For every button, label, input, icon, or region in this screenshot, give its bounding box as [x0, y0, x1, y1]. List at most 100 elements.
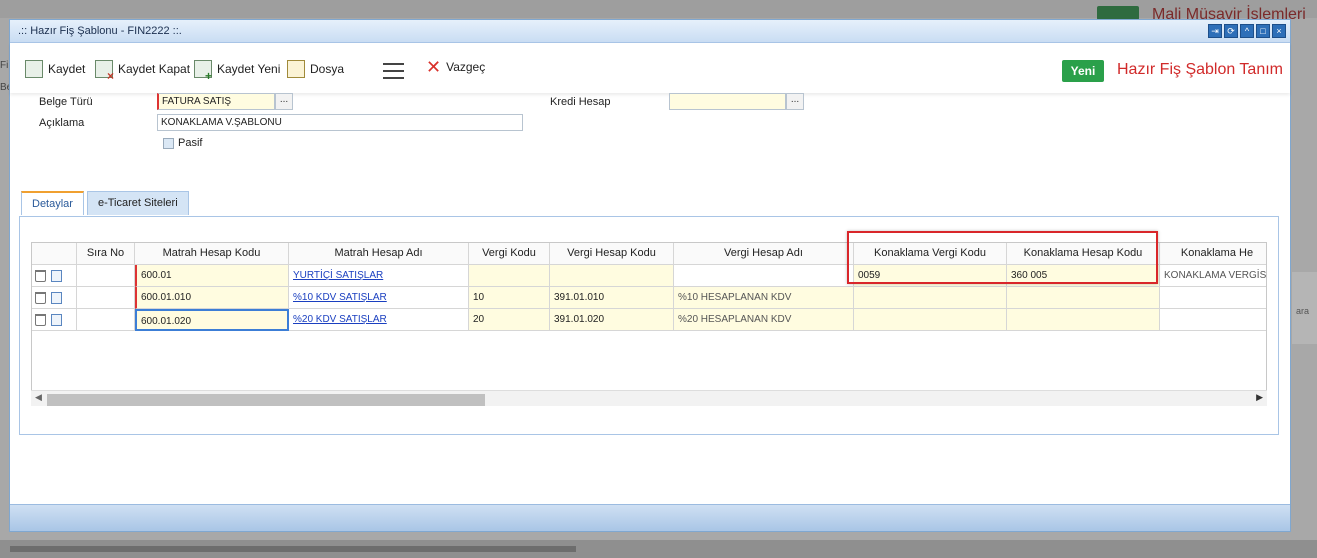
cell-konaklama-vergi-kodu[interactable] — [854, 309, 1007, 331]
header-matrah-hesap-kodu[interactable]: Matrah Hesap Kodu — [135, 243, 289, 265]
header-actions — [32, 243, 77, 265]
grid-horizontal-scrollbar[interactable]: ◀ ▶ — [31, 390, 1267, 406]
row-actions — [32, 309, 77, 331]
delete-icon[interactable] — [35, 314, 46, 326]
pin-icon[interactable]: ⇥ — [1208, 24, 1222, 38]
cell-konaklama-hesap-kodu[interactable]: 360 005 — [1007, 265, 1160, 287]
header-matrah-hesap-adi[interactable]: Matrah Hesap Adı — [289, 243, 469, 265]
kredi-hesap-field[interactable] — [669, 93, 786, 110]
cell-konaklama-hesap-adi — [1160, 287, 1266, 309]
document-icon[interactable] — [51, 314, 62, 326]
dialog-title: .:: Hazır Fiş Şablonu - FIN2222 ::. — [18, 25, 182, 37]
cell-konaklama-vergi-kodu[interactable]: 0059 — [854, 265, 1007, 287]
window-controls: ⇥ ⟳ ^ □ × — [1208, 24, 1286, 38]
file-icon — [287, 60, 305, 78]
cell-matrah-hesap-adi-link[interactable]: %20 KDV SATIŞLAR — [289, 309, 469, 331]
cancel-label: Vazgeç — [446, 60, 486, 74]
cell-vergi-hesap-adi: %10 HESAPLANAN KDV — [674, 287, 854, 309]
cell-matrah-hesap-adi-link[interactable]: YURTİÇİ SATIŞLAR — [289, 265, 469, 287]
scrollbar-thumb[interactable] — [47, 394, 485, 406]
background-left-label: Fi — [0, 60, 9, 71]
header-konaklama-hesap-adi[interactable]: Konaklama He — [1160, 243, 1266, 265]
save-label: Kaydet — [48, 62, 86, 76]
cell-vergi-hesap-kodu[interactable]: 391.01.020 — [550, 309, 674, 331]
cell-sira-no[interactable] — [77, 309, 135, 331]
belge-turu-lookup-button[interactable]: ... — [275, 93, 293, 110]
toolbar: Kaydet Kaydet Kapat Kaydet Yeni Dosya ✕ … — [10, 43, 1290, 93]
new-button[interactable]: Yeni — [1062, 60, 1104, 82]
cell-sira-no[interactable] — [77, 265, 135, 287]
scroll-right-icon[interactable]: ▶ — [1256, 392, 1263, 403]
save-close-icon — [95, 60, 114, 83]
tab-panel-detaylar: Sıra No Matrah Hesap Kodu Matrah Hesap A… — [19, 216, 1279, 435]
cell-matrah-hesap-kodu[interactable]: 600.01.010 — [135, 287, 289, 309]
cell-matrah-hesap-kodu[interactable]: 600.01.020 — [135, 309, 289, 331]
aciklama-field[interactable]: KONAKLAMA V.ŞABLONU — [157, 114, 523, 131]
tab-bar: Detaylar e-Ticaret Siteleri — [21, 191, 189, 215]
menu-icon[interactable] — [383, 63, 404, 84]
save-close-label: Kaydet Kapat — [118, 62, 191, 76]
kredi-hesap-lookup-button[interactable]: ... — [786, 93, 804, 110]
table-row[interactable]: 600.01.020 %20 KDV SATIŞLAR 20 391.01.02… — [32, 309, 1266, 331]
header-konaklama-vergi-kodu[interactable]: Konaklama Vergi Kodu — [854, 243, 1007, 265]
pasif-checkbox[interactable] — [163, 138, 174, 149]
belge-turu-field[interactable]: FATURA SATIŞ — [157, 93, 275, 110]
header-sira-no[interactable]: Sıra No — [77, 243, 135, 265]
close-icon[interactable]: × — [1272, 24, 1286, 38]
cell-vergi-kodu[interactable]: 20 — [469, 309, 550, 331]
maximize-icon[interactable]: □ — [1256, 24, 1270, 38]
table-row[interactable]: 600.01 YURTİÇİ SATIŞLAR 0059 360 005 KON… — [32, 265, 1266, 287]
dialog-titlebar[interactable]: .:: Hazır Fiş Şablonu - FIN2222 ::. — [10, 20, 1290, 43]
form-area: Belge Türü FATURA SATIŞ ... Kredi Hesap … — [10, 93, 1290, 513]
dialog-window: .:: Hazır Fiş Şablonu - FIN2222 ::. ⇥ ⟳ … — [9, 19, 1291, 532]
save-new-button[interactable]: Kaydet Yeni — [194, 60, 281, 83]
cell-konaklama-hesap-adi: KONAKLAMA VERGİSİ — [1160, 265, 1266, 287]
document-icon[interactable] — [51, 292, 62, 304]
save-close-button[interactable]: Kaydet Kapat — [95, 60, 191, 83]
belge-turu-label: Belge Türü — [39, 96, 93, 108]
background-yeni-button — [1097, 6, 1139, 20]
cell-vergi-kodu[interactable]: 10 — [469, 287, 550, 309]
delete-icon[interactable] — [35, 270, 46, 282]
cell-vergi-hesap-kodu[interactable]: 391.01.010 — [550, 287, 674, 309]
table-row[interactable]: 600.01.010 %10 KDV SATIŞLAR 10 391.01.01… — [32, 287, 1266, 309]
header-vergi-kodu[interactable]: Vergi Kodu — [469, 243, 550, 265]
file-button[interactable]: Dosya — [287, 60, 344, 78]
row-actions — [32, 265, 77, 287]
collapse-icon[interactable]: ^ — [1240, 24, 1254, 38]
cell-konaklama-vergi-kodu[interactable] — [854, 287, 1007, 309]
header-vergi-hesap-kodu[interactable]: Vergi Hesap Kodu — [550, 243, 674, 265]
refresh-icon[interactable]: ⟳ — [1224, 24, 1238, 38]
header-vergi-hesap-adi[interactable]: Vergi Hesap Adı — [674, 243, 854, 265]
row-actions — [32, 287, 77, 309]
delete-icon[interactable] — [35, 292, 46, 304]
cell-vergi-hesap-adi: %20 HESAPLANAN KDV — [674, 309, 854, 331]
cell-matrah-hesap-kodu[interactable]: 600.01 — [135, 265, 289, 287]
cell-konaklama-hesap-adi — [1160, 309, 1266, 331]
save-new-icon — [194, 60, 212, 83]
scroll-left-icon[interactable]: ◀ — [35, 392, 42, 403]
cell-konaklama-hesap-kodu[interactable] — [1007, 287, 1160, 309]
file-label: Dosya — [310, 62, 345, 76]
save-new-label: Kaydet Yeni — [217, 62, 281, 76]
pasif-label: Pasif — [178, 137, 203, 149]
cell-konaklama-hesap-kodu[interactable] — [1007, 309, 1160, 331]
background-right-text: ara — [1296, 306, 1310, 316]
kredi-hesap-label: Kredi Hesap — [550, 96, 611, 108]
tab-detaylar[interactable]: Detaylar — [21, 191, 84, 215]
cell-vergi-hesap-kodu[interactable] — [550, 265, 674, 287]
tab-eticaret-siteleri[interactable]: e-Ticaret Siteleri — [86, 191, 189, 215]
document-icon[interactable] — [51, 270, 62, 282]
header-konaklama-hesap-kodu[interactable]: Konaklama Hesap Kodu — [1007, 243, 1160, 265]
cell-vergi-kodu[interactable] — [469, 265, 550, 287]
detail-grid: Sıra No Matrah Hesap Kodu Matrah Hesap A… — [31, 242, 1267, 397]
save-icon — [25, 60, 43, 78]
cell-sira-no[interactable] — [77, 287, 135, 309]
dialog-footer — [10, 504, 1290, 531]
background-scrollbar — [10, 546, 576, 552]
form-title: Hazır Fiş Şablon Tanım — [1117, 61, 1283, 78]
save-button[interactable]: Kaydet — [25, 60, 85, 78]
cancel-button[interactable]: ✕ Vazgeç — [426, 57, 486, 77]
cancel-icon: ✕ — [426, 57, 442, 77]
cell-matrah-hesap-adi-link[interactable]: %10 KDV SATIŞLAR — [289, 287, 469, 309]
